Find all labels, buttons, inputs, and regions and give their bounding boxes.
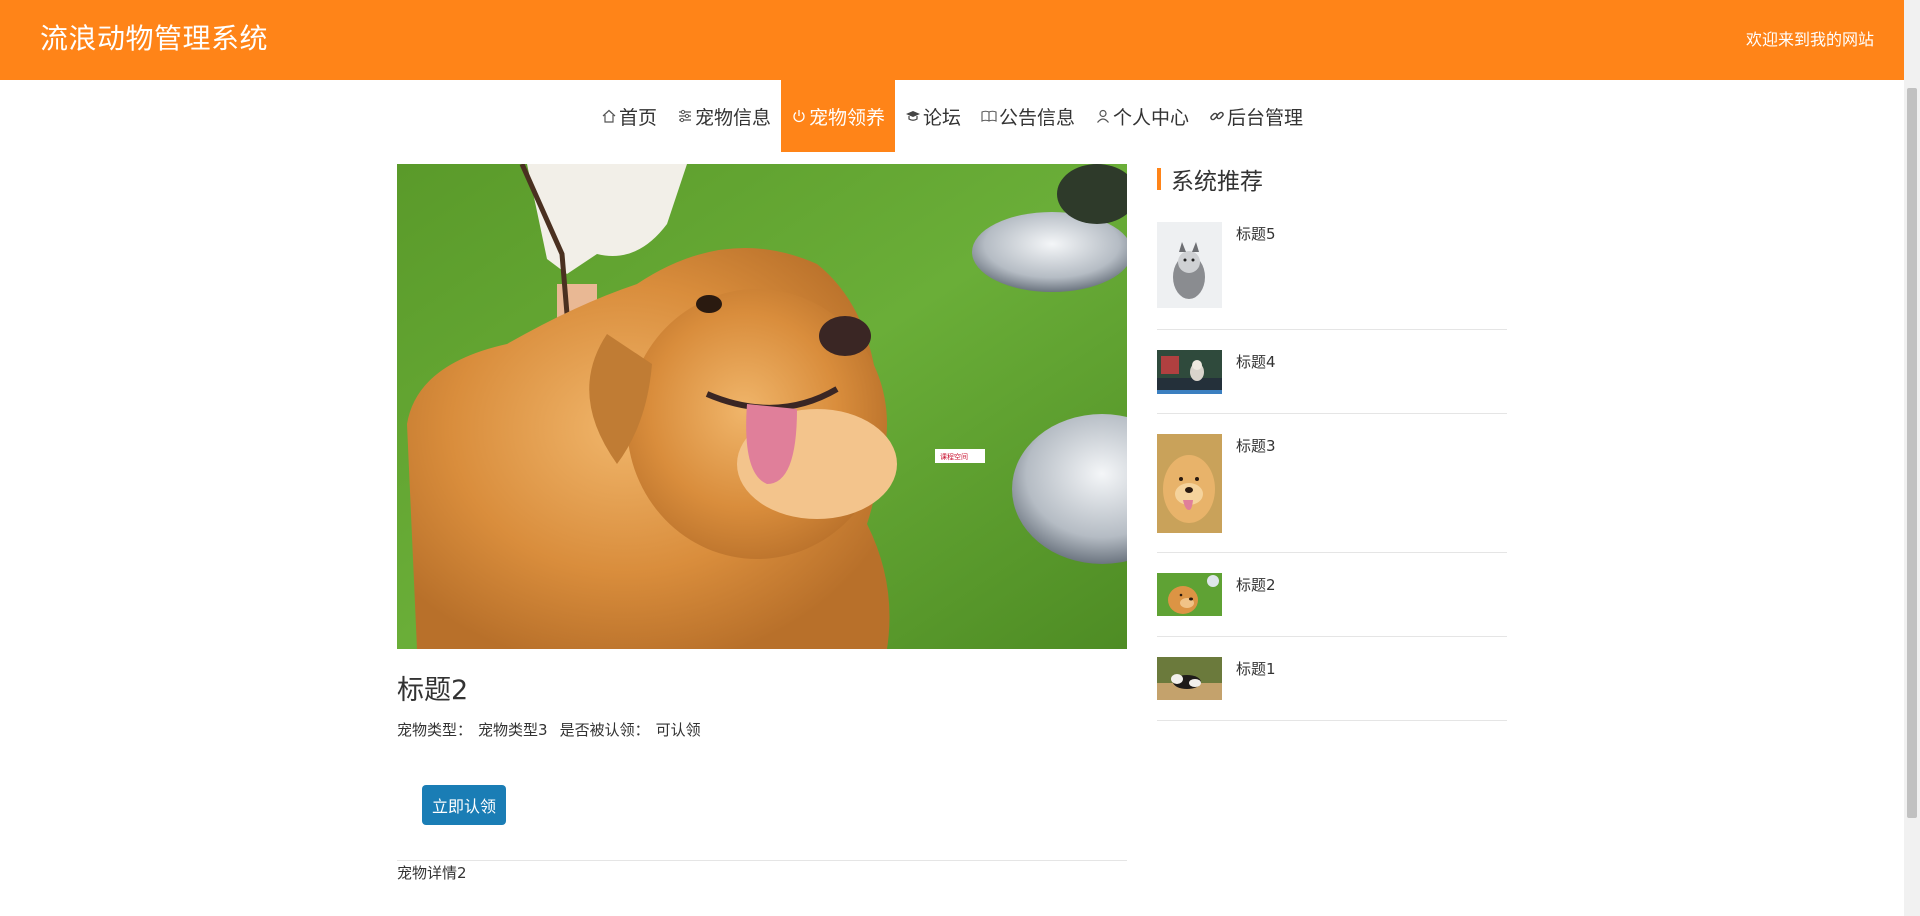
pet-description: 宠物详情2: [397, 864, 467, 882]
recommend-item[interactable]: 标题4: [1157, 330, 1507, 414]
pet-main-image: 课程空间: [397, 164, 1127, 649]
recommend-label[interactable]: 标题1: [1236, 659, 1276, 679]
nav-item-label: 公告信息: [999, 106, 1076, 129]
recommend-thumbnail[interactable]: [1157, 573, 1222, 616]
nav-item-label: 首页: [618, 106, 657, 129]
sidebar-header: 系统推荐: [1157, 164, 1263, 195]
page-scrollbar[interactable]: [1904, 0, 1920, 916]
recommend-item[interactable]: 标题1: [1157, 637, 1507, 721]
sidebar-title: 系统推荐: [1171, 169, 1263, 195]
main-nav: 首页 宠物信息 宠物领养 论坛 公告信息 个人中心 后台管理: [0, 80, 1904, 152]
adopt-now-button[interactable]: 立即认领: [422, 785, 506, 825]
nav-item-announcements[interactable]: 公告信息: [971, 80, 1085, 152]
recommend-item[interactable]: 标题3: [1157, 414, 1507, 553]
book-icon: [981, 108, 997, 124]
nav-item-label: 个人中心: [1113, 106, 1190, 129]
accent-bar: [1157, 168, 1161, 190]
home-icon: [601, 108, 617, 124]
recommend-item[interactable]: 标题5: [1157, 222, 1507, 330]
watermark-logo: 课程空间: [940, 452, 968, 461]
recommend-item[interactable]: 标题2: [1157, 553, 1507, 637]
pet-type-label: 宠物类型：: [397, 721, 473, 739]
scrollbar-thumb[interactable]: [1907, 88, 1917, 818]
recommend-thumbnail[interactable]: [1157, 657, 1222, 700]
link-icon: [1209, 108, 1225, 124]
recommend-label[interactable]: 标题4: [1236, 352, 1276, 372]
sliders-icon: [677, 108, 693, 124]
nav-item-label: 宠物信息: [694, 106, 771, 129]
power-icon: [791, 108, 807, 124]
nav-item-pet-info[interactable]: 宠物信息: [667, 80, 781, 152]
nav-item-admin[interactable]: 后台管理: [1199, 80, 1313, 152]
pet-title: 标题2: [397, 675, 469, 706]
pet-type-value: 宠物类型3: [478, 721, 548, 739]
divider: [397, 860, 1127, 861]
adopted-value: 可认领: [655, 721, 701, 739]
nav-item-pet-adoption[interactable]: 宠物领养: [780, 80, 895, 152]
user-icon: [1095, 108, 1111, 124]
nav-item-label: 论坛: [922, 106, 961, 129]
header-bar: 流浪动物管理系统 欢迎来到我的网站: [0, 0, 1904, 80]
nav-item-home[interactable]: 首页: [591, 80, 667, 152]
nav-item-label: 后台管理: [1227, 106, 1304, 129]
nav-item-forum[interactable]: 论坛: [895, 80, 971, 152]
site-title[interactable]: 流浪动物管理系统: [40, 20, 268, 58]
recommend-label[interactable]: 标题5: [1236, 224, 1276, 244]
recommend-thumbnail[interactable]: [1157, 350, 1222, 394]
nav-item-label: 宠物领养: [808, 106, 885, 129]
nav-item-personal-center[interactable]: 个人中心: [1085, 80, 1199, 152]
pet-meta: 宠物类型： 宠物类型3 是否被认领： 可认领: [397, 718, 701, 742]
graduation-cap-icon: [905, 108, 921, 124]
recommend-thumbnail[interactable]: [1157, 222, 1222, 308]
recommend-label[interactable]: 标题2: [1236, 575, 1276, 595]
welcome-text: 欢迎来到我的网站: [1745, 30, 1874, 49]
recommend-thumbnail[interactable]: [1157, 434, 1222, 533]
recommend-label[interactable]: 标题3: [1236, 436, 1276, 456]
adopted-label: 是否被认领：: [559, 721, 650, 739]
